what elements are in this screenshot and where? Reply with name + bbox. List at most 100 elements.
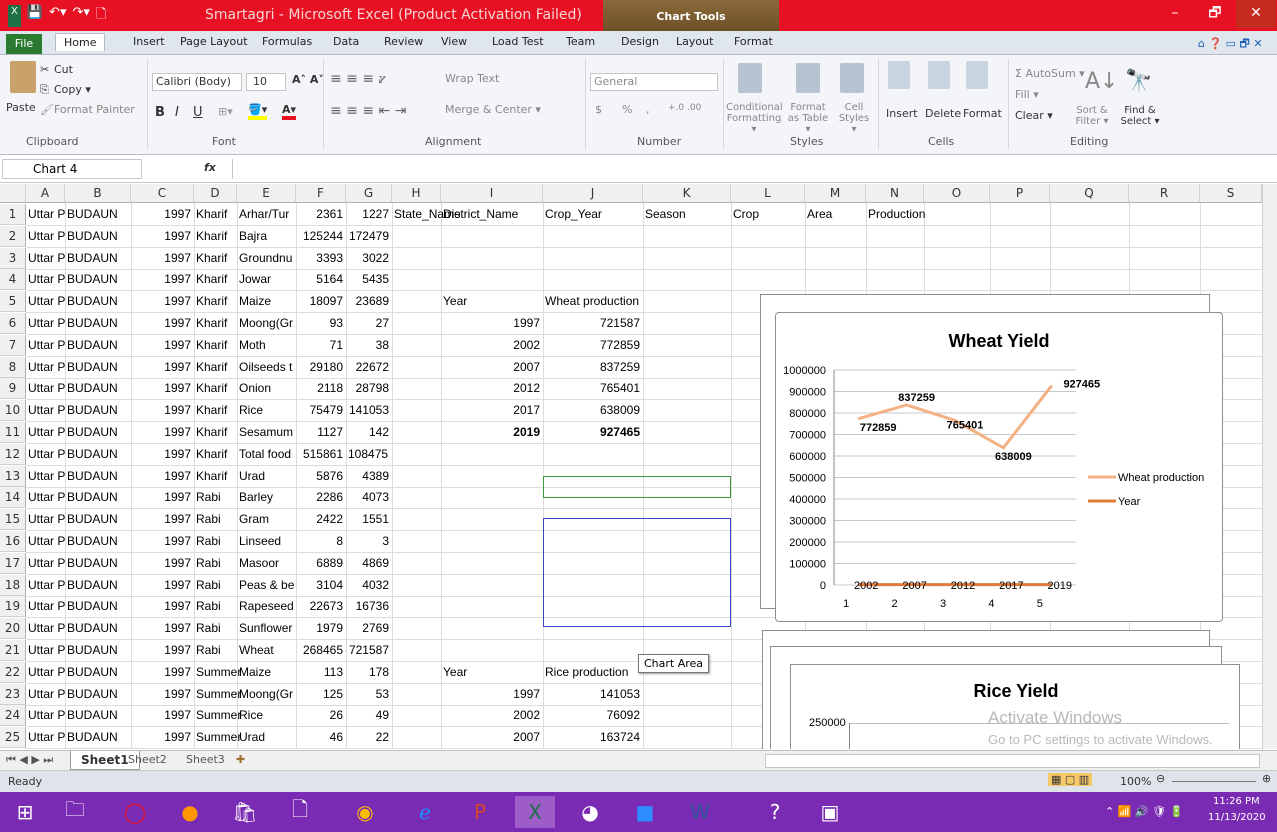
column-header-p[interactable]: P xyxy=(990,184,1050,203)
row-header[interactable]: 14 xyxy=(0,487,26,509)
cell[interactable]: 1997 xyxy=(133,204,191,225)
cell[interactable]: Uttar Prad xyxy=(28,509,65,530)
sort-filter-button[interactable]: Sort & Filter ▾ xyxy=(1068,105,1116,127)
cell[interactable]: Sunflower xyxy=(239,618,296,639)
tab-load-test[interactable]: Load Test xyxy=(492,35,544,48)
cell[interactable]: 4073 xyxy=(348,487,389,508)
format-painter-icon[interactable]: 🖌 xyxy=(40,103,54,116)
cell[interactable]: 38 xyxy=(348,335,389,356)
undo-icon[interactable]: ↶▾ xyxy=(49,5,66,27)
help-icon[interactable]: ⌂ ❓ ▭ 🗗 ✕ xyxy=(1198,35,1263,54)
insert-cells-icon[interactable] xyxy=(888,61,910,89)
conditional-formatting-icon[interactable] xyxy=(738,63,762,93)
tab-page-layout[interactable]: Page Layout xyxy=(180,35,248,48)
cell[interactable]: Wheat xyxy=(239,640,296,661)
powerpoint-icon[interactable]: P xyxy=(460,796,500,828)
firefox-icon[interactable]: ● xyxy=(170,796,210,828)
copy-button[interactable]: Copy ▾ xyxy=(54,83,91,96)
redo-icon[interactable]: ↷▾ xyxy=(72,5,89,27)
cell[interactable]: 1997 xyxy=(133,509,191,530)
clear-button[interactable]: Clear ▾ xyxy=(1015,109,1053,122)
cell[interactable]: 721587 xyxy=(348,640,389,661)
cell[interactable]: 1997 xyxy=(133,400,191,421)
view-buttons[interactable]: ▦ ▢ ▥ xyxy=(1048,773,1093,786)
cut-button[interactable]: Cut xyxy=(54,63,73,76)
cell[interactable]: 53 xyxy=(348,684,389,705)
format-painter-button[interactable]: Format Painter xyxy=(54,103,135,116)
column-header-f[interactable]: F xyxy=(296,184,346,203)
cell[interactable]: 1997 xyxy=(133,291,191,312)
cell[interactable]: Moong(Gr xyxy=(239,684,296,705)
tab-file[interactable]: File xyxy=(6,34,42,54)
row-header[interactable]: 7 xyxy=(0,334,26,356)
cell[interactable]: 113 xyxy=(298,662,343,683)
cell[interactable]: 1127 xyxy=(298,422,343,443)
cell[interactable]: 1997 xyxy=(133,531,191,552)
format-as-table-button[interactable]: Format as Table ▾ xyxy=(786,102,830,135)
cell[interactable]: Urad xyxy=(239,466,296,487)
cell[interactable]: 1227 xyxy=(348,204,389,225)
zoom-level[interactable]: 100% xyxy=(1120,775,1151,788)
cell[interactable]: 5164 xyxy=(298,269,343,290)
percent-button[interactable]: % xyxy=(622,103,632,116)
column-header-o[interactable]: O xyxy=(924,184,990,203)
cell[interactable]: 125244 xyxy=(298,226,343,247)
column-header-e[interactable]: E xyxy=(237,184,296,203)
cell[interactable]: Barley xyxy=(239,487,296,508)
cell[interactable]: 22673 xyxy=(298,596,343,617)
cell-styles-icon[interactable] xyxy=(840,63,864,93)
cell[interactable]: 2019 xyxy=(443,422,540,443)
tab-insert[interactable]: Insert xyxy=(133,35,165,48)
delete-cells-icon[interactable] xyxy=(928,61,950,89)
cell[interactable]: Uttar Prad xyxy=(28,662,65,683)
row-header[interactable]: 23 xyxy=(0,683,26,705)
cell[interactable]: Uttar Prad xyxy=(28,269,65,290)
cell[interactable]: 23689 xyxy=(348,291,389,312)
formula-input[interactable] xyxy=(232,159,1262,179)
cell[interactable]: 8 xyxy=(298,531,343,552)
print-preview-icon[interactable]: 🗋 xyxy=(96,5,106,27)
cell[interactable]: 1551 xyxy=(348,509,389,530)
cell[interactable]: 26 xyxy=(298,705,343,726)
vertical-scrollbar[interactable] xyxy=(1262,184,1277,749)
cell[interactable]: Bajra xyxy=(239,226,296,247)
cell[interactable]: 4869 xyxy=(348,553,389,574)
cell[interactable]: Maize xyxy=(239,291,296,312)
cell[interactable]: 28798 xyxy=(348,378,389,399)
cell[interactable]: Onion xyxy=(239,378,296,399)
cell[interactable]: Linseed xyxy=(239,531,296,552)
zoom-out-icon[interactable]: ⊖ xyxy=(1156,772,1165,785)
cell[interactable]: Uttar Prad xyxy=(28,553,65,574)
font-name-select[interactable]: Calibri (Body) xyxy=(152,73,242,91)
tab-review[interactable]: Review xyxy=(384,35,423,48)
cell[interactable]: 2002 xyxy=(443,335,540,356)
cell[interactable]: 1997 xyxy=(133,378,191,399)
cell[interactable]: Total food xyxy=(239,444,296,465)
tab-format[interactable]: Format xyxy=(734,35,773,48)
row-header[interactable]: 1 xyxy=(0,204,26,225)
row-header[interactable]: 17 xyxy=(0,552,26,574)
paste-icon[interactable] xyxy=(10,61,36,93)
cell[interactable]: Rapeseed xyxy=(239,596,296,617)
delete-button[interactable]: Delete xyxy=(925,107,961,120)
tab-data[interactable]: Data xyxy=(333,35,359,48)
column-header-d[interactable]: D xyxy=(194,184,237,203)
find-select-button[interactable]: Find & Select ▾ xyxy=(1120,105,1160,127)
align-top-icons[interactable]: ≡ ≡ ≡ ⦫ xyxy=(330,71,386,87)
fill-button[interactable]: Fill ▾ xyxy=(1015,88,1039,101)
cell[interactable]: Arhar/Tur xyxy=(239,204,296,225)
cell[interactable]: 1997 xyxy=(443,313,540,334)
paste-button[interactable]: Paste xyxy=(6,101,36,114)
wrap-text-button[interactable]: Wrap Text xyxy=(445,72,499,85)
cell[interactable]: 5876 xyxy=(298,466,343,487)
restore-button[interactable]: 🗗 xyxy=(1195,0,1235,28)
cell[interactable]: 268465 xyxy=(298,640,343,661)
column-header-a[interactable]: A xyxy=(26,184,65,203)
cell[interactable]: 178 xyxy=(348,662,389,683)
cell[interactable]: 16736 xyxy=(348,596,389,617)
tab-view[interactable]: View xyxy=(441,35,467,48)
cell[interactable]: Uttar Prad xyxy=(28,400,65,421)
insert-sheet-icon[interactable]: ✚ xyxy=(236,753,245,766)
row-header[interactable]: 19 xyxy=(0,596,26,618)
underline-button[interactable]: U xyxy=(193,105,203,120)
